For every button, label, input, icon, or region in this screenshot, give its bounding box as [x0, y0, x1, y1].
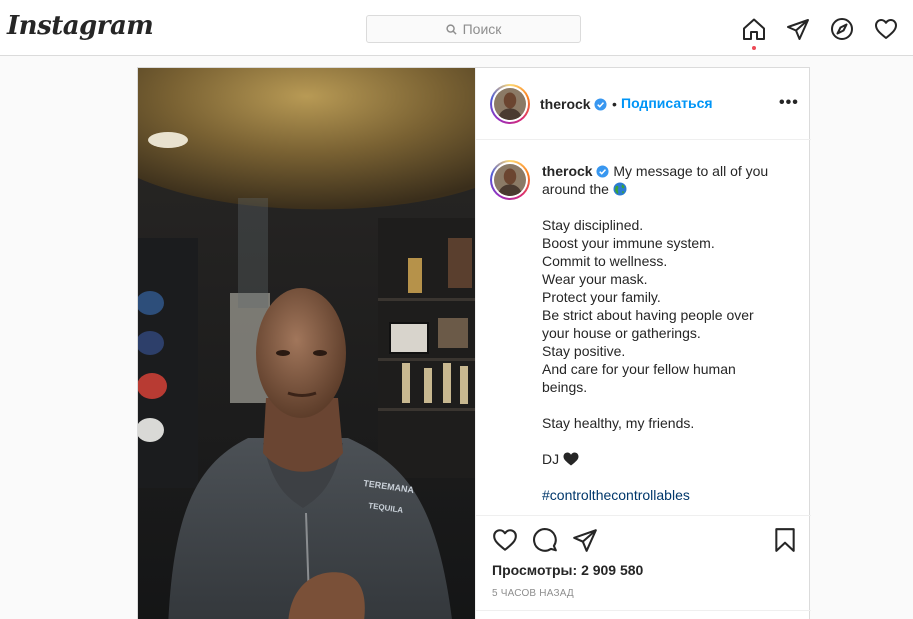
caption-line: your house or gatherings.: [542, 325, 701, 341]
caption-username[interactable]: therock: [542, 163, 593, 179]
caption-second-line: around the: [542, 181, 609, 197]
verified-badge-icon: [594, 98, 608, 111]
bookmark-icon[interactable]: [772, 527, 798, 553]
views-value: 2 909 580: [581, 562, 644, 578]
caption-line: Protect your family.: [542, 289, 661, 305]
caption-line: beings.: [542, 379, 588, 395]
post-actions: Просмотры: 2 909 580 5 часов назад: [476, 515, 811, 619]
avatar[interactable]: [490, 84, 530, 124]
caption-avatar[interactable]: [490, 160, 530, 200]
search-input[interactable]: Поиск: [366, 15, 581, 43]
caption-text: therock My message to all of you around …: [542, 162, 792, 504]
avatar-image: [494, 88, 526, 120]
post-card: TEREMANA TEQUILA therock • Подписаться •…: [137, 67, 811, 619]
caption-signoff: DJ: [542, 451, 560, 467]
caption-section: therock My message to all of you around …: [476, 141, 811, 515]
activity-icon[interactable]: [874, 17, 898, 41]
share-icon[interactable]: [572, 527, 598, 553]
caption-line: Stay disciplined.: [542, 217, 644, 233]
home-icon[interactable]: [742, 17, 766, 41]
caption-first-line: My message to all of you: [613, 163, 769, 179]
search-placeholder: Поиск: [462, 21, 502, 37]
black-heart-emoji-icon: [563, 452, 579, 466]
top-navigation-bar: Instagram Поиск: [0, 0, 913, 56]
caption-line: And care for your fellow human: [542, 361, 736, 377]
explore-icon[interactable]: [830, 17, 854, 41]
like-heart-icon[interactable]: [492, 527, 518, 553]
post-video-frame: TEREMANA TEQUILA: [138, 68, 475, 619]
caption-avatar-image: [494, 164, 526, 196]
views-count[interactable]: Просмотры: 2 909 580: [492, 562, 643, 578]
views-label: Просмотры:: [492, 562, 578, 578]
comment-box-divider: [476, 610, 811, 619]
post-sidebar: therock • Подписаться ••• therock My mes…: [475, 68, 811, 619]
header-separator: •: [612, 96, 617, 112]
globe-emoji-icon: [613, 182, 627, 196]
more-options-icon[interactable]: •••: [779, 95, 799, 111]
caption-line: Stay positive.: [542, 343, 626, 359]
post-header: therock • Подписаться •••: [476, 68, 811, 140]
caption-verified-badge-icon: [596, 165, 610, 178]
caption-line: Wear your mask.: [542, 271, 648, 287]
post-video[interactable]: TEREMANA TEQUILA: [138, 68, 475, 619]
caption-hashtag-link[interactable]: #controlthecontrollables: [542, 486, 792, 504]
direct-icon[interactable]: [786, 17, 810, 41]
notification-dot: [752, 46, 756, 50]
caption-line-healthy: Stay healthy, my friends.: [542, 415, 695, 431]
search-icon: [445, 23, 457, 35]
follow-button[interactable]: Подписаться: [621, 95, 713, 111]
comment-bubble-icon[interactable]: [532, 527, 558, 553]
caption-line: Commit to wellness.: [542, 253, 668, 269]
post-username[interactable]: therock: [540, 96, 608, 112]
caption-line: Be strict about having people over: [542, 307, 754, 323]
post-timestamp[interactable]: 5 часов назад: [492, 588, 574, 599]
caption-line: Boost your immune system.: [542, 235, 715, 251]
instagram-logo[interactable]: Instagram: [7, 11, 154, 41]
